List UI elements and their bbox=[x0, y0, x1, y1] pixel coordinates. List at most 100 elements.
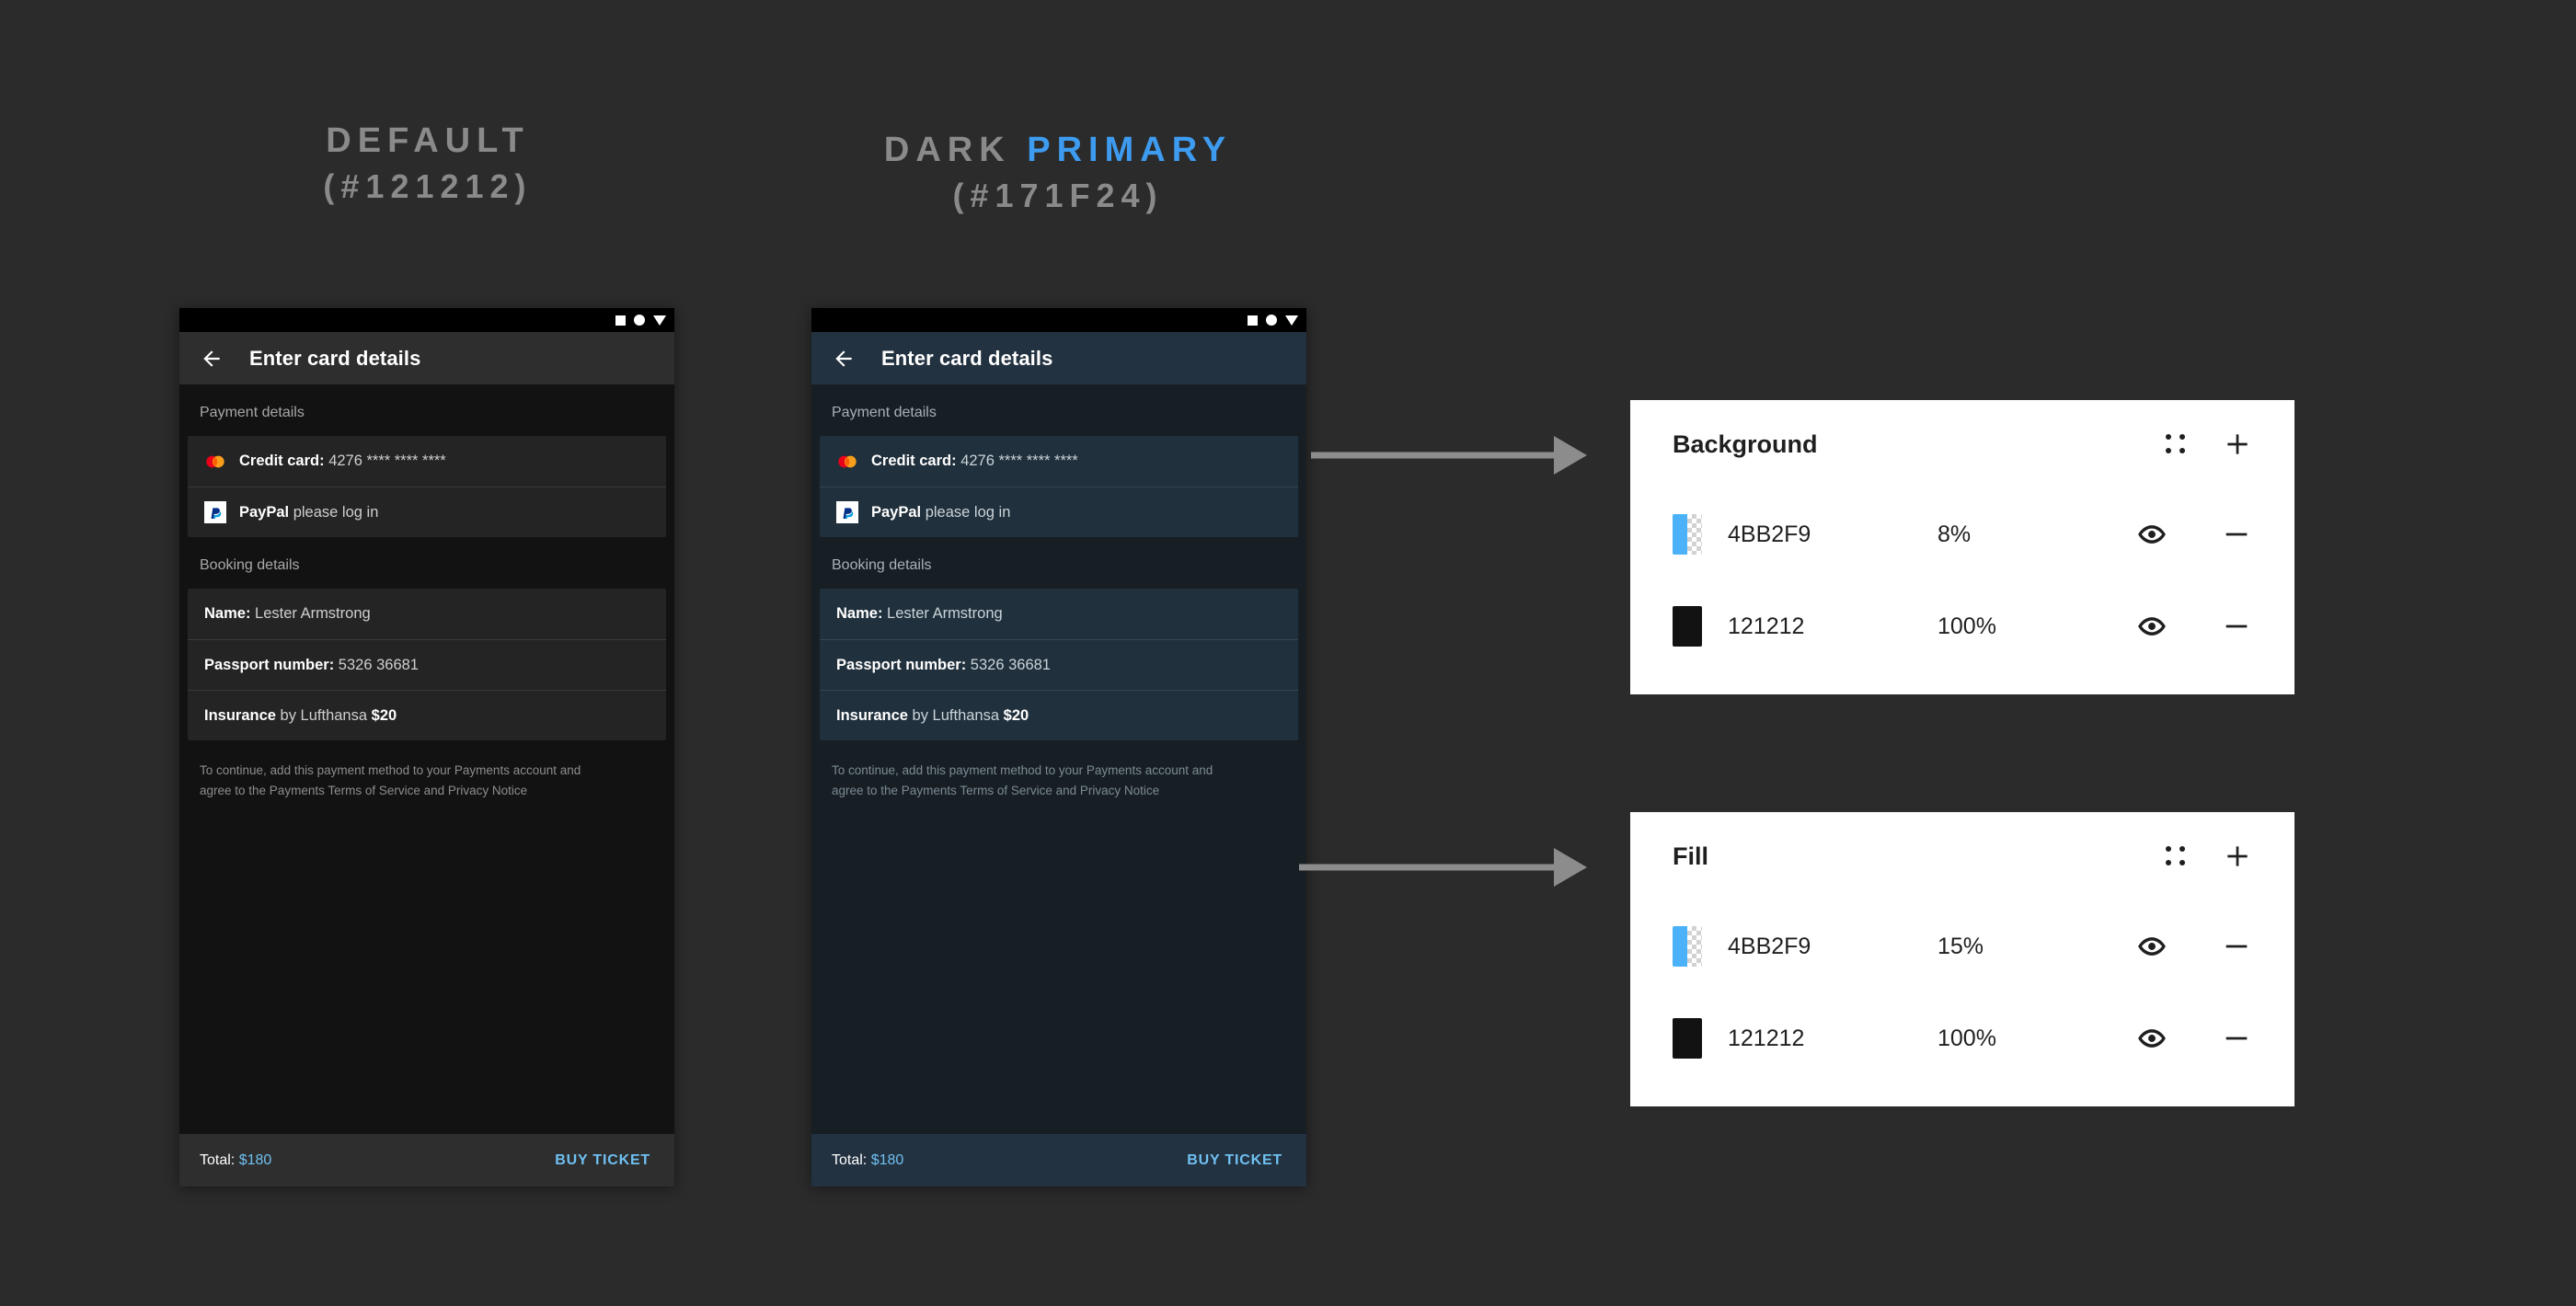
mastercard-icon bbox=[204, 451, 226, 473]
bottom-bar: Total: $180 BUY TICKET bbox=[811, 1134, 1306, 1186]
screen-body: Payment details Credit card: 4276 **** *… bbox=[811, 384, 1306, 1186]
payment-details-card: Credit card: 4276 **** **** **** PayPal … bbox=[188, 436, 666, 537]
insurance-label: Insurance bbox=[204, 706, 276, 724]
passport-label: Passport number: bbox=[836, 656, 967, 673]
panel-row[interactable]: 4BB2F9 8% bbox=[1673, 488, 2252, 580]
credit-card-label: Credit card: bbox=[871, 453, 957, 469]
total-text: Total: $180 bbox=[832, 1152, 903, 1169]
passport-label: Passport number: bbox=[204, 656, 335, 673]
mastercard-icon bbox=[836, 451, 858, 473]
status-circle-icon bbox=[634, 315, 645, 326]
color-swatch[interactable] bbox=[1673, 1018, 1702, 1059]
screen-body: Payment details Credit card: 4276 **** *… bbox=[179, 384, 674, 1186]
panel-row[interactable]: 121212 100% bbox=[1673, 992, 2252, 1084]
disclaimer-text: To continue, add this payment method to … bbox=[200, 763, 581, 798]
opacity-value[interactable]: 100% bbox=[1938, 1025, 2136, 1052]
paypal-icon bbox=[204, 501, 226, 523]
name-label: Name: bbox=[836, 605, 883, 622]
name-label: Name: bbox=[204, 605, 251, 622]
credit-card-value: 4276 **** **** **** bbox=[960, 453, 1078, 469]
panel-title: Background bbox=[1673, 430, 1818, 458]
opacity-value[interactable]: 100% bbox=[1938, 613, 2136, 640]
disclaimer-text: To continue, add this payment method to … bbox=[832, 763, 1213, 798]
status-triangle-icon bbox=[1285, 315, 1298, 326]
arrow-to-fill-panel bbox=[1299, 846, 1587, 888]
total-text: Total: $180 bbox=[200, 1152, 271, 1169]
panel-header: Fill bbox=[1673, 812, 2252, 900]
insurance-label: Insurance bbox=[836, 706, 908, 724]
row-paypal[interactable]: PayPal please log in bbox=[820, 487, 1298, 537]
credit-card-label: Credit card: bbox=[239, 453, 325, 469]
phone-mockup-default: Enter card details Payment details Credi… bbox=[179, 308, 674, 1186]
row-paypal[interactable]: PayPal please log in bbox=[188, 487, 666, 537]
buy-ticket-button[interactable]: BUY TICKET bbox=[551, 1147, 654, 1174]
fill-property-panel: Fill 4BB2F9 15% 121212 100% bbox=[1630, 812, 2294, 1106]
add-icon[interactable] bbox=[2223, 842, 2252, 871]
remove-icon[interactable] bbox=[2221, 1023, 2252, 1054]
row-name[interactable]: Name: Lester Armstrong bbox=[188, 589, 666, 639]
page-title: Enter card details bbox=[881, 346, 1053, 370]
page-title: Enter card details bbox=[249, 346, 421, 370]
paypal-value: please log in bbox=[925, 503, 1011, 521]
visibility-eye-icon[interactable] bbox=[2136, 611, 2168, 642]
passport-value: 5326 36681 bbox=[338, 656, 419, 673]
row-credit-card[interactable]: Credit card: 4276 **** **** **** bbox=[188, 436, 666, 487]
paypal-value: please log in bbox=[293, 503, 379, 521]
hex-value[interactable]: 4BB2F9 bbox=[1728, 934, 1938, 960]
row-name[interactable]: Name: Lester Armstrong bbox=[820, 589, 1298, 639]
style-grid-icon[interactable] bbox=[2166, 434, 2186, 454]
column-heading-default: DEFAULT (#121212) bbox=[179, 118, 676, 210]
color-swatch[interactable] bbox=[1673, 926, 1702, 967]
passport-value: 5326 36681 bbox=[970, 656, 1051, 673]
color-swatch[interactable] bbox=[1673, 606, 1702, 647]
opacity-value[interactable]: 8% bbox=[1938, 521, 2136, 548]
insurance-by: by Lufthansa bbox=[912, 706, 1000, 724]
heading-dark-plain: DARK bbox=[883, 131, 1028, 169]
style-grid-icon[interactable] bbox=[2166, 846, 2186, 866]
section-label-booking: Booking details bbox=[832, 557, 932, 573]
panel-header: Background bbox=[1673, 400, 2252, 488]
panel-actions bbox=[2166, 430, 2252, 459]
row-passport[interactable]: Passport number: 5326 36681 bbox=[188, 639, 666, 690]
back-arrow-icon[interactable] bbox=[832, 347, 856, 371]
total-amount: $180 bbox=[870, 1151, 904, 1168]
arrow-head-icon bbox=[1554, 436, 1587, 475]
payment-details-card: Credit card: 4276 **** **** **** PayPal … bbox=[820, 436, 1298, 537]
row-insurance[interactable]: Insurance by Lufthansa $20 bbox=[820, 690, 1298, 740]
name-value: Lester Armstrong bbox=[887, 605, 1003, 622]
arrow-shaft bbox=[1299, 864, 1559, 871]
paypal-icon bbox=[836, 501, 858, 523]
section-label-booking: Booking details bbox=[200, 557, 300, 573]
back-arrow-icon[interactable] bbox=[200, 347, 224, 371]
hex-value[interactable]: 4BB2F9 bbox=[1728, 521, 1938, 548]
panel-title: Fill bbox=[1673, 842, 1708, 870]
remove-icon[interactable] bbox=[2221, 611, 2252, 642]
hex-value[interactable]: 121212 bbox=[1728, 1025, 1938, 1052]
paypal-label: PayPal bbox=[871, 503, 922, 521]
remove-icon[interactable] bbox=[2221, 519, 2252, 550]
status-square-icon bbox=[615, 315, 626, 326]
panel-row[interactable]: 121212 100% bbox=[1673, 580, 2252, 672]
insurance-price: $20 bbox=[1003, 706, 1029, 724]
status-triangle-icon bbox=[653, 315, 666, 326]
name-value: Lester Armstrong bbox=[255, 605, 371, 622]
visibility-eye-icon[interactable] bbox=[2136, 1023, 2168, 1054]
visibility-eye-icon[interactable] bbox=[2136, 519, 2168, 550]
hex-value[interactable]: 121212 bbox=[1728, 613, 1938, 640]
column-heading-dark-primary: DARK PRIMARY (#171F24) bbox=[810, 127, 1306, 219]
arrow-to-background-panel bbox=[1311, 434, 1587, 476]
total-amount: $180 bbox=[238, 1151, 272, 1168]
add-icon[interactable] bbox=[2223, 430, 2252, 459]
heading-dark-line1: DARK PRIMARY bbox=[810, 127, 1306, 174]
buy-ticket-button[interactable]: BUY TICKET bbox=[1183, 1147, 1286, 1174]
app-bar: Enter card details bbox=[179, 332, 674, 384]
remove-icon[interactable] bbox=[2221, 931, 2252, 962]
phone-mockup-dark-primary: Enter card details Payment details Credi… bbox=[811, 308, 1306, 1186]
visibility-eye-icon[interactable] bbox=[2136, 931, 2168, 962]
row-insurance[interactable]: Insurance by Lufthansa $20 bbox=[188, 690, 666, 740]
opacity-value[interactable]: 15% bbox=[1938, 934, 2136, 960]
row-passport[interactable]: Passport number: 5326 36681 bbox=[820, 639, 1298, 690]
row-credit-card[interactable]: Credit card: 4276 **** **** **** bbox=[820, 436, 1298, 487]
color-swatch[interactable] bbox=[1673, 514, 1702, 555]
panel-row[interactable]: 4BB2F9 15% bbox=[1673, 900, 2252, 992]
